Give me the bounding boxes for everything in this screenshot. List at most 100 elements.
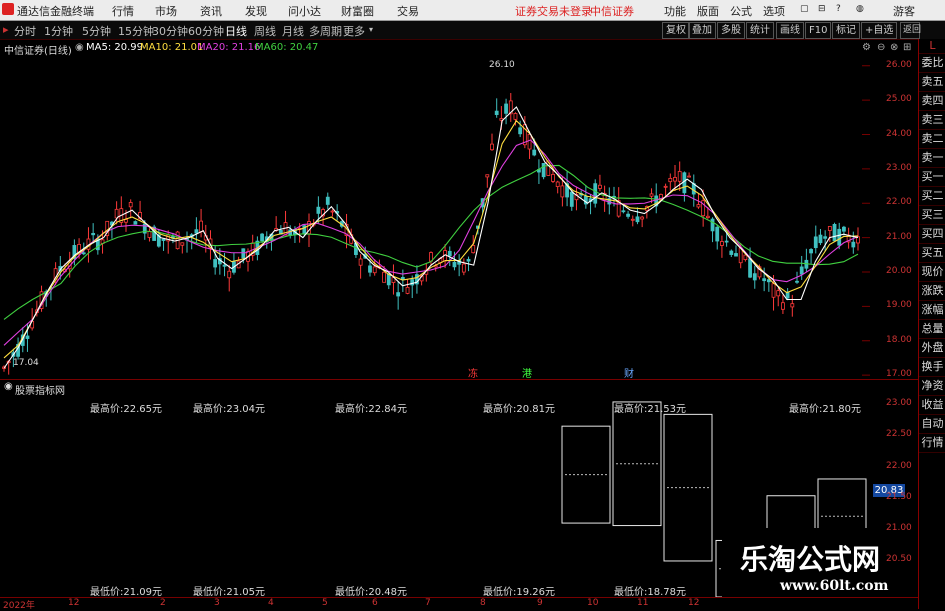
candle [593,183,598,204]
skin-icon[interactable]: ◍ [856,4,864,14]
sidebar-item[interactable]: 买四 [919,225,945,244]
add-watchlist-button[interactable]: +自选 [861,22,898,39]
menu-item-news[interactable]: 资讯 [200,3,222,19]
period-15min[interactable]: 15分钟 [118,23,154,39]
sidebar-item[interactable]: 总量 [919,320,945,339]
candle [635,216,640,223]
candle [241,248,246,259]
xaxis-label: 4 [268,598,274,608]
sidebar-item[interactable]: 委比 [919,54,945,73]
sidebar-item[interactable]: 行情 [919,434,945,453]
sidebar-item[interactable]: 卖一 [919,149,945,168]
sidebar-item[interactable]: 卖四 [919,92,945,111]
candle [799,266,804,275]
chart-toggle-icon[interactable]: ▸ [3,23,9,36]
sidebar-item[interactable]: 买三 [919,206,945,225]
sidebar-item[interactable]: 收益 [919,396,945,415]
back-button[interactable]: 返回 [900,22,921,39]
candle [809,249,813,254]
sidebar-item[interactable]: 卖三 [919,111,945,130]
multi-stock-button[interactable]: 多股 [717,22,745,39]
f10-button[interactable]: F10 [805,22,832,39]
menu-item-function[interactable]: 功能 [664,3,686,19]
sidebar-item[interactable]: L [919,39,945,54]
restore-icon[interactable]: ⊟ [818,4,826,14]
candle [527,134,532,150]
login-status[interactable]: 证券交易未登录 [515,3,592,19]
candle [677,171,682,182]
menu-item-market[interactable]: 市场 [155,3,177,19]
sidebar-item[interactable]: 现价 [919,263,945,282]
period-weekly[interactable]: 周线 [254,23,276,39]
sidebar-item[interactable]: 买二 [919,187,945,206]
event-marker[interactable]: 冻 [468,365,478,380]
sidebar-item[interactable]: 涨幅 [919,301,945,320]
sidebar-item[interactable]: 卖二 [919,130,945,149]
menu-item-trade[interactable]: 交易 [397,3,419,19]
help-icon[interactable]: ? [836,4,841,14]
menu-item-options[interactable]: 选项 [763,3,785,19]
period-5min[interactable]: 5分钟 [82,23,111,39]
candle [490,143,494,151]
sidebar-item[interactable]: 外盘 [919,339,945,358]
draw-button[interactable]: 画线 [776,22,804,39]
menu-item-layout[interactable]: 版面 [697,3,719,19]
stats-button[interactable]: 统计 [746,22,774,39]
quote-sidebar: L 委比 卖五 卖四 卖三 卖二 卖一 买一 买二 买三 买四 买五 现价 涨跌 涨幅 总量 外盘 换手 净资 收益自… [918,39,945,609]
menu-item-ask[interactable]: 问小达 [288,3,321,19]
period-monthly[interactable]: 月线 [282,23,304,39]
candle [823,236,828,239]
candle [696,204,701,208]
more-chevron-icon[interactable]: ▾ [369,25,373,34]
menu-item-quotes[interactable]: 行情 [112,3,134,19]
pane-divider[interactable] [0,379,918,380]
candle [199,220,203,233]
app-logo-icon [2,3,14,15]
xaxis-label: 8 [480,598,486,608]
xaxis-label: 7 [425,598,431,608]
xaxis-label: 3 [214,598,220,608]
sidebar-item[interactable]: 换手 [919,358,945,377]
sidebar-item[interactable]: 自动 [919,415,945,434]
low-price-label: 最低价:18.78元 [614,587,686,598]
user-label[interactable]: 游客 [893,3,915,19]
sidebar-item[interactable]: 买五 [919,244,945,263]
candle [673,177,677,182]
minus-icon[interactable]: ⊖ [877,42,885,53]
candle [743,254,748,260]
period-intraday[interactable]: 分时 [14,23,36,39]
mark-button[interactable]: 标记 [832,22,860,39]
candle [466,258,471,262]
candle [621,210,626,213]
candle [668,177,673,183]
xaxis-label: 2022年 [3,601,35,611]
candle [842,226,846,232]
app-title: 通达信金融终端 [17,5,94,18]
period-multi[interactable]: 多周期 [309,23,342,39]
indicator-settings-icon[interactable]: ◉ [4,381,13,392]
period-daily[interactable]: 日线 [225,23,247,39]
menu-item-wealth[interactable]: 财富圈 [341,3,374,19]
event-marker[interactable]: 港 [522,365,532,380]
period-1min[interactable]: 1分钟 [44,23,73,39]
price-axis-label: 26.00 [886,59,912,70]
candle [128,202,133,208]
high-price-label: 最高价:22.65元 [90,404,162,415]
overlay-button[interactable]: 叠加 [688,22,716,39]
candlestick-chart[interactable] [0,52,870,382]
period-30min[interactable]: 30分钟 [152,23,188,39]
period-60min[interactable]: 60分钟 [188,23,224,39]
menu-item-discover[interactable]: 发现 [245,3,267,19]
close-icon[interactable]: ⊗ [890,42,898,53]
minimize-icon[interactable]: ▢ [800,4,809,14]
indicator-axis-label: 21.00 [886,522,912,533]
adjust-button[interactable]: 复权 [662,22,690,39]
sidebar-item[interactable]: 买一 [919,168,945,187]
event-marker[interactable]: 财 [624,365,634,380]
expand-icon[interactable]: ⊞ [903,42,911,53]
sidebar-item[interactable]: 净资 [919,377,945,396]
menu-item-formula[interactable]: 公式 [730,3,752,19]
sidebar-item[interactable]: 涨跌 [919,282,945,301]
period-more[interactable]: 更多 [343,23,365,39]
sidebar-item[interactable]: 卖五 [919,73,945,92]
